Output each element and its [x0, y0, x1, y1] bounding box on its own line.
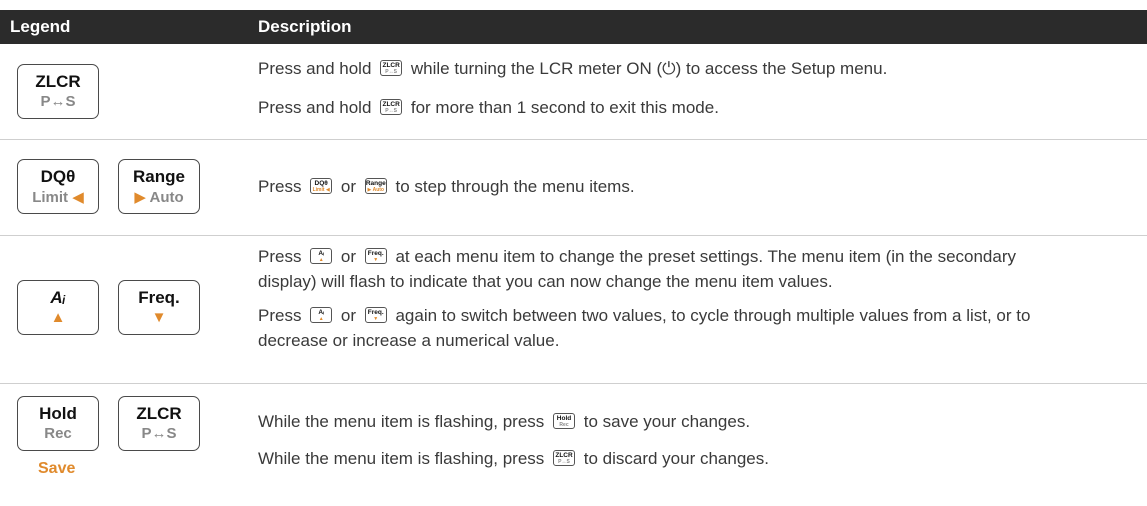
legend-column-header: Legend — [10, 17, 71, 36]
freq-key-icon: Freq. ▼ — [364, 306, 387, 323]
description-column-header: Description — [258, 17, 352, 36]
legend-cell: Aᵢ ▲ Freq. ▼ — [0, 236, 250, 383]
desc-line: Press Aᵢ ▲ or Freq. ▼ again to switch betw… — [258, 306, 1031, 325]
dq-key-icon: DQθ Limit ◀ — [310, 177, 333, 194]
table-row: DQθ Limit ◀ Range ▶ Auto Press DQθ Limit … — [0, 140, 1147, 236]
legend-cell: ZLCR P↔S — [0, 45, 250, 139]
table-header: Legend Description — [0, 10, 1147, 44]
desc-line: Press and hold ZLCR P↔S while turning the… — [258, 59, 888, 78]
freq-key-icon: Freq. ▼ — [364, 247, 387, 264]
ai-key-icon: Aᵢ ▲ — [17, 280, 99, 335]
desc-line: Press DQθ Limit ◀ or Range ▶ Auto to step … — [258, 177, 635, 196]
zlcr-key-icon: ZLCR P↔S — [380, 59, 403, 76]
zlcr-key-icon: ZLCR P↔S — [553, 449, 576, 466]
legend-cell: Hold Rec Save ZLCR P↔S — [0, 384, 250, 506]
zlcr-key-icon: ZLCR P↔S — [380, 98, 403, 115]
range-key-icon: Range ▶ Auto — [118, 159, 200, 214]
hold-key-icon: Hold Rec — [17, 396, 99, 451]
desc-line: Press Aᵢ ▲ or Freq. ▼ at each menu item to… — [258, 247, 1017, 266]
legend-cell: DQθ Limit ◀ Range ▶ Auto — [0, 140, 250, 235]
zlcr-key-icon: ZLCR P↔S — [17, 64, 99, 119]
desc-line: decrease or increase a numerical value. — [258, 331, 560, 350]
save-label: Save — [38, 460, 76, 477]
desc-line: display) will flash to indicate that you… — [258, 272, 833, 291]
range-key-icon: Range ▶ Auto — [364, 177, 387, 194]
table-row: Hold Rec Save ZLCR P↔S While the menu it… — [0, 384, 1147, 506]
dq-key-icon: DQθ Limit ◀ — [17, 159, 99, 214]
zlcr-key-icon: ZLCR P↔S — [118, 396, 200, 451]
table-row: Aᵢ ▲ Freq. ▼ Press Aᵢ ▲ or Freq. ▼ at each… — [0, 236, 1147, 384]
desc-line: While the menu item is flashing, press H… — [258, 412, 751, 431]
table-row: ZLCR P↔S Press and hold ZLCR P↔S while tu… — [0, 45, 1147, 140]
hold-key-icon: Hold Rec — [553, 412, 576, 429]
ai-key-icon: Aᵢ ▲ — [310, 247, 333, 264]
freq-key-icon: Freq. ▼ — [118, 280, 200, 335]
desc-line: Press and hold ZLCR P↔S for more than 1 s… — [258, 98, 719, 117]
ai-key-icon: Aᵢ ▲ — [310, 306, 333, 323]
desc-line: While the menu item is flashing, press Z… — [258, 449, 769, 468]
